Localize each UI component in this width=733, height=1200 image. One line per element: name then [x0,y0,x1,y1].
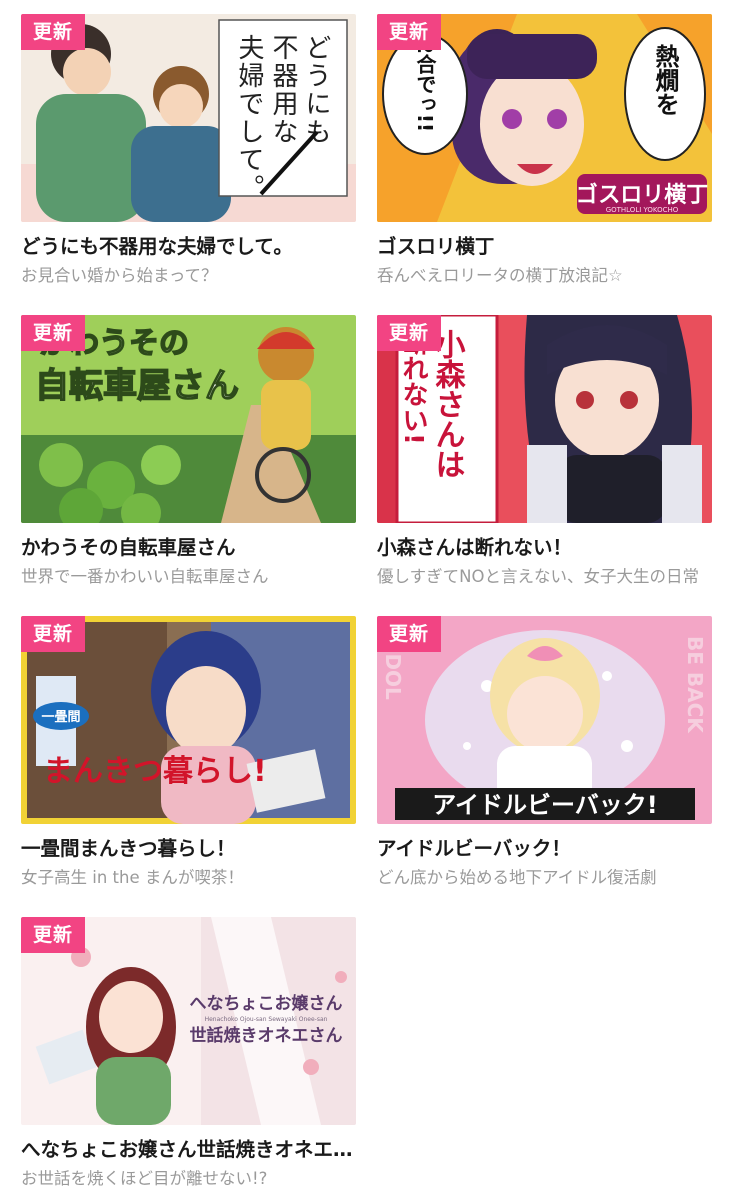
update-badge: 更新 [21,616,85,652]
cover-title-1: 小森さんは [430,329,466,479]
update-badge: 更新 [377,315,441,351]
comic-card[interactable]: へなちょこお嬢さん Henachoko Ojou-san Sewayaki On… [21,917,356,1190]
cover-title-1: どうにも [301,34,331,146]
cover-side-left: IDOL [381,646,405,700]
comic-card[interactable]: かわうその 自転車屋さん 更新 かわうその自転車屋さん 世界で一番かわいい自転車… [21,315,356,588]
cover-speech-2: 熱燗を [651,44,679,116]
comic-title[interactable]: かわうその自転車屋さん [21,535,356,561]
comic-cover[interactable]: どうにも 不器用な 夫婦でして。 更新 [21,14,356,222]
comic-subtitle: 女子高生 in the まんが喫茶！ [21,868,244,887]
comic-title[interactable]: アイドルビーバック！ [377,836,712,862]
update-badge: 更新 [21,14,85,50]
comic-cover[interactable]: 2合でっ!! 熱燗を ゴスロリ横丁 GOTHLOLI YOKOCHO 更新 [377,14,712,222]
cover-logo-sub: GOTHLOLI YOKOCHO [606,206,679,214]
comic-card[interactable]: 一畳間 まんきつ暮らし! 更新 一畳間まんきつ暮らし！ 女子高生 in the … [21,616,356,889]
cover-title: まんきつ暮らし! [43,754,267,789]
cover-title-2: 自転車屋さん [35,366,239,406]
comic-subtitle: 世界で一番かわいい自転車屋さん [21,567,269,586]
comic-card[interactable]: 小森さんは 断れない! 更新 小森さんは断れない！ 優しすぎてNOと言えない、女… [377,315,712,588]
cover-subtitle: 一畳間 [41,710,80,725]
comic-subtitle: お世話を焼くほど目が離せない!? [21,1169,268,1188]
cover-title-romaji: Henachoko Ojou-san Sewayaki Onee-san [205,1016,328,1023]
update-badge: 更新 [21,315,85,351]
cover-title-2: 不器用な [268,34,298,146]
comic-cover[interactable]: 一畳間 まんきつ暮らし! 更新 [21,616,356,824]
comic-cover[interactable]: アイドルビーバック! BE BACK IDOL 更新 [377,616,712,824]
cover-title-3: 夫婦でして。 [234,34,264,202]
comic-subtitle: 優しすぎてNOと言えない、女子大生の日常 [377,567,700,586]
cover-side-right: BE BACK [683,636,707,734]
comic-title[interactable]: ゴスロリ横丁 [377,234,712,260]
comic-cover[interactable]: へなちょこお嬢さん Henachoko Ojou-san Sewayaki On… [21,917,356,1125]
comic-title[interactable]: どうにも不器用な夫婦でして。 [21,234,356,260]
cover-title-1: へなちょこお嬢さん [190,993,343,1014]
comic-subtitle: お見合い婚から始まって？ [21,266,218,285]
comic-cover[interactable]: かわうその 自転車屋さん 更新 [21,315,356,523]
comic-subtitle: 呑んべえロリータの横丁放浪記☆ [377,266,623,285]
cover-title: アイドルビーバック! [432,791,658,819]
comic-title[interactable]: 小森さんは断れない！ [377,535,712,561]
comic-card[interactable]: アイドルビーバック! BE BACK IDOL 更新 アイドルビーバック！ どん… [377,616,712,889]
update-badge: 更新 [377,616,441,652]
comic-cover[interactable]: 小森さんは 断れない! 更新 [377,315,712,523]
comic-card[interactable]: どうにも 不器用な 夫婦でして。 更新 どうにも不器用な夫婦でして。 お見合い婚… [21,14,356,287]
comic-card[interactable]: 2合でっ!! 熱燗を ゴスロリ横丁 GOTHLOLI YOKOCHO 更新 ゴス… [377,14,712,287]
cover-title-2: 世話焼きオネエさん [190,1025,343,1046]
update-badge: 更新 [377,14,441,50]
cover-speech-1: 2合でっ!! [413,40,437,132]
comic-subtitle: どん底から始める地下アイドル復活劇 [377,868,657,887]
cover-logo: ゴスロリ横丁 [576,182,708,208]
comic-title[interactable]: 一畳間まんきつ暮らし！ [21,836,356,862]
update-badge: 更新 [21,917,85,953]
comic-title[interactable]: へなちょこお嬢さん世話焼きオネエさん [21,1137,356,1163]
comic-grid: どうにも 不器用な 夫婦でして。 更新 どうにも不器用な夫婦でして。 お見合い婚… [0,0,733,1200]
